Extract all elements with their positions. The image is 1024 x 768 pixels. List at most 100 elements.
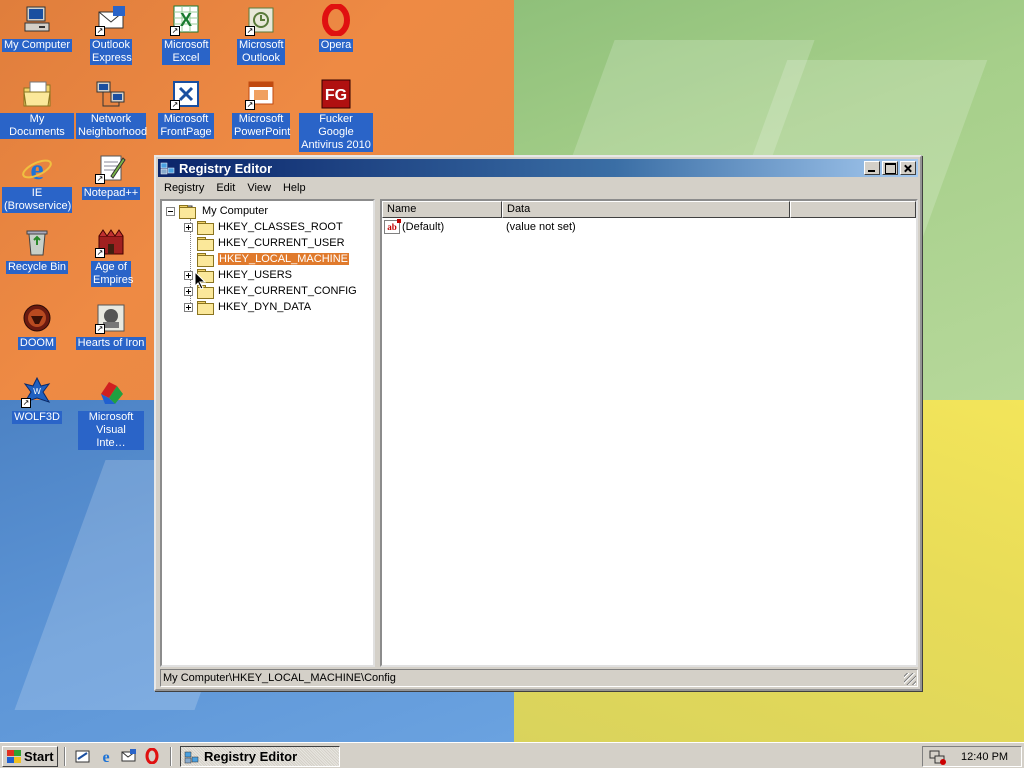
maximize-button[interactable] <box>882 161 898 175</box>
expand-toggle-icon[interactable] <box>184 302 193 312</box>
taskbar-separator <box>64 747 66 766</box>
desktop-icon-my-documents[interactable]: My Documents <box>0 78 74 139</box>
desktop-icon-label: My Computer <box>1 39 73 52</box>
shortcut-arrow-icon: ↗ <box>170 100 180 110</box>
desktop-icon-ie[interactable]: e IE (Browservice) <box>0 152 74 213</box>
taskbar: Start e Registry Editor 12:40 PM <box>0 742 1024 768</box>
desktop-icon-outlook-express[interactable]: ↗ Outlook Express <box>74 4 148 65</box>
network-neighborhood-icon <box>95 78 127 110</box>
internet-explorer-icon: e <box>21 152 53 186</box>
network-status-icon[interactable] <box>929 749 947 765</box>
desktop-icon-wolf3d[interactable]: W ↗ WOLF3D <box>0 376 74 424</box>
column-header-data[interactable]: Data <box>502 201 790 218</box>
registry-tree[interactable]: My Computer HKEY_CLASSES_ROOT HKEY_CURRE… <box>160 199 375 667</box>
desktop-icon-label: Fucker Google Antivirus 2010 <box>299 113 373 152</box>
tree-label-selected: HKEY_LOCAL_MACHINE <box>217 252 350 266</box>
opera-icon <box>320 3 352 37</box>
svg-text:e: e <box>30 153 43 184</box>
shortcut-arrow-icon: ↗ <box>21 398 31 408</box>
resize-grip-icon[interactable] <box>904 673 916 685</box>
desktop-icon-label: Network Neighborhood <box>76 113 148 139</box>
my-computer-icon <box>21 4 53 36</box>
svg-text:W: W <box>33 387 41 396</box>
desktop-icon-label: Microsoft FrontPage <box>158 113 214 139</box>
wolf3d-icon: W ↗ <box>21 376 53 408</box>
desktop-icon-network-neighborhood[interactable]: Network Neighborhood <box>74 78 148 139</box>
desktop-icon-label: Microsoft Excel <box>162 39 210 65</box>
start-label: Start <box>24 749 54 764</box>
value-row[interactable]: ab (Default) (value not set) <box>384 218 684 236</box>
tree-label: HKEY_CLASSES_ROOT <box>218 221 343 233</box>
desktop-icon-notepad[interactable]: ↗ Notepad++ <box>74 152 148 200</box>
minimize-button[interactable] <box>864 161 880 175</box>
desktop-icon-label: Notepad++ <box>81 187 141 200</box>
desktop-icon-my-computer[interactable]: My Computer <box>0 4 74 52</box>
svg-text:FG: FG <box>325 87 347 104</box>
desktop-icon-doom[interactable]: DOOM <box>0 302 74 350</box>
tree-node-hkey-current-user[interactable]: HKEY_CURRENT_USER <box>197 235 345 251</box>
desktop-icon-recycle-bin[interactable]: Recycle Bin <box>0 226 74 274</box>
menu-bar: Registry Edit View Help <box>158 179 918 197</box>
tree-node-hkey-classes-root[interactable]: HKEY_CLASSES_ROOT <box>184 219 343 235</box>
tree-node-my-computer[interactable]: My Computer <box>166 203 268 219</box>
values-list[interactable]: Name Data ab (Default) (value not set) <box>380 199 918 667</box>
excel-icon: X ↗ <box>170 4 202 36</box>
registry-editor-icon <box>184 749 200 765</box>
windows-logo-icon <box>6 749 22 764</box>
value-data: (value not set) <box>506 221 576 233</box>
close-button[interactable] <box>900 161 916 175</box>
svg-text:e: e <box>102 749 109 764</box>
desktop-icon-label: Microsoft PowerPoint <box>232 113 291 139</box>
folder-icon <box>197 237 214 251</box>
desktop-icon-label: My Documents <box>0 113 74 139</box>
expand-toggle-icon[interactable] <box>184 270 193 280</box>
shortcut-arrow-icon: ↗ <box>95 248 105 258</box>
menu-edit[interactable]: Edit <box>210 182 241 194</box>
shortcut-arrow-icon: ↗ <box>95 174 105 184</box>
tree-node-hkey-local-machine[interactable]: HKEY_LOCAL_MACHINE <box>197 251 350 267</box>
clock[interactable]: 12:40 PM <box>961 751 1008 763</box>
tree-label: My Computer <box>202 205 269 217</box>
column-header-empty[interactable] <box>790 201 916 218</box>
window-title: Registry Editor <box>179 160 273 176</box>
desktop-icon-outlook[interactable]: ↗ Microsoft Outlook <box>224 4 298 65</box>
menu-registry[interactable]: Registry <box>158 182 210 194</box>
tree-node-hkey-current-config[interactable]: HKEY_CURRENT_CONFIG <box>184 283 357 299</box>
expand-toggle-icon[interactable] <box>184 222 193 232</box>
desktop-icon-antivirus[interactable]: FG Fucker Google Antivirus 2010 <box>299 78 373 152</box>
desktop-icon-label: Outlook Express <box>90 39 132 65</box>
desktop-icon-frontpage[interactable]: ↗ Microsoft FrontPage <box>149 78 223 139</box>
shortcut-arrow-icon: ↗ <box>245 100 255 110</box>
desktop-icon-age-of-empires[interactable]: ↗ Age of Empires <box>74 226 148 287</box>
tree-label: HKEY_DYN_DATA <box>218 301 312 313</box>
show-desktop-icon[interactable] <box>75 748 91 764</box>
collapse-toggle-icon[interactable] <box>166 206 175 216</box>
desktop-icon-opera[interactable]: Opera <box>299 3 373 52</box>
column-header-name[interactable]: Name <box>382 201 502 218</box>
recycle-bin-icon <box>21 226 53 258</box>
desktop-icon-powerpoint[interactable]: ↗ Microsoft PowerPoint <box>224 78 298 139</box>
taskbar-button-registry-editor[interactable]: Registry Editor <box>180 746 340 767</box>
desktop-icon-excel[interactable]: X ↗ Microsoft Excel <box>149 4 223 65</box>
desktop-icon-visual-interdev[interactable]: Microsoft Visual Inte… <box>74 376 148 450</box>
registry-editor-icon <box>160 160 176 176</box>
registry-editor-window[interactable]: Registry Editor Registry Edit View Help … <box>154 155 922 691</box>
expand-toggle-icon[interactable] <box>184 286 193 296</box>
outlook-express-icon[interactable] <box>121 748 137 764</box>
internet-explorer-icon[interactable]: e <box>98 748 114 766</box>
desktop-icon-label: Recycle Bin <box>5 261 69 274</box>
menu-view[interactable]: View <box>241 182 277 194</box>
folder-icon <box>197 221 214 235</box>
desktop-icon-label: Opera <box>318 39 354 52</box>
tree-node-hkey-dyn-data[interactable]: HKEY_DYN_DATA <box>184 299 311 315</box>
desktop-icon-label: Age of Empires <box>91 261 134 287</box>
shortcut-arrow-icon: ↗ <box>245 26 255 36</box>
desktop-icon-label: Hearts of Iron <box>75 337 147 350</box>
menu-help[interactable]: Help <box>277 182 312 194</box>
desktop-icon-label: Microsoft Outlook <box>237 39 285 65</box>
start-button[interactable]: Start <box>2 746 58 767</box>
tree-label: HKEY_CURRENT_USER <box>218 237 345 249</box>
title-bar[interactable]: Registry Editor <box>158 159 918 177</box>
desktop-icon-hearts-of-iron[interactable]: ↗ Hearts of Iron <box>74 302 148 350</box>
opera-icon[interactable] <box>144 747 160 765</box>
